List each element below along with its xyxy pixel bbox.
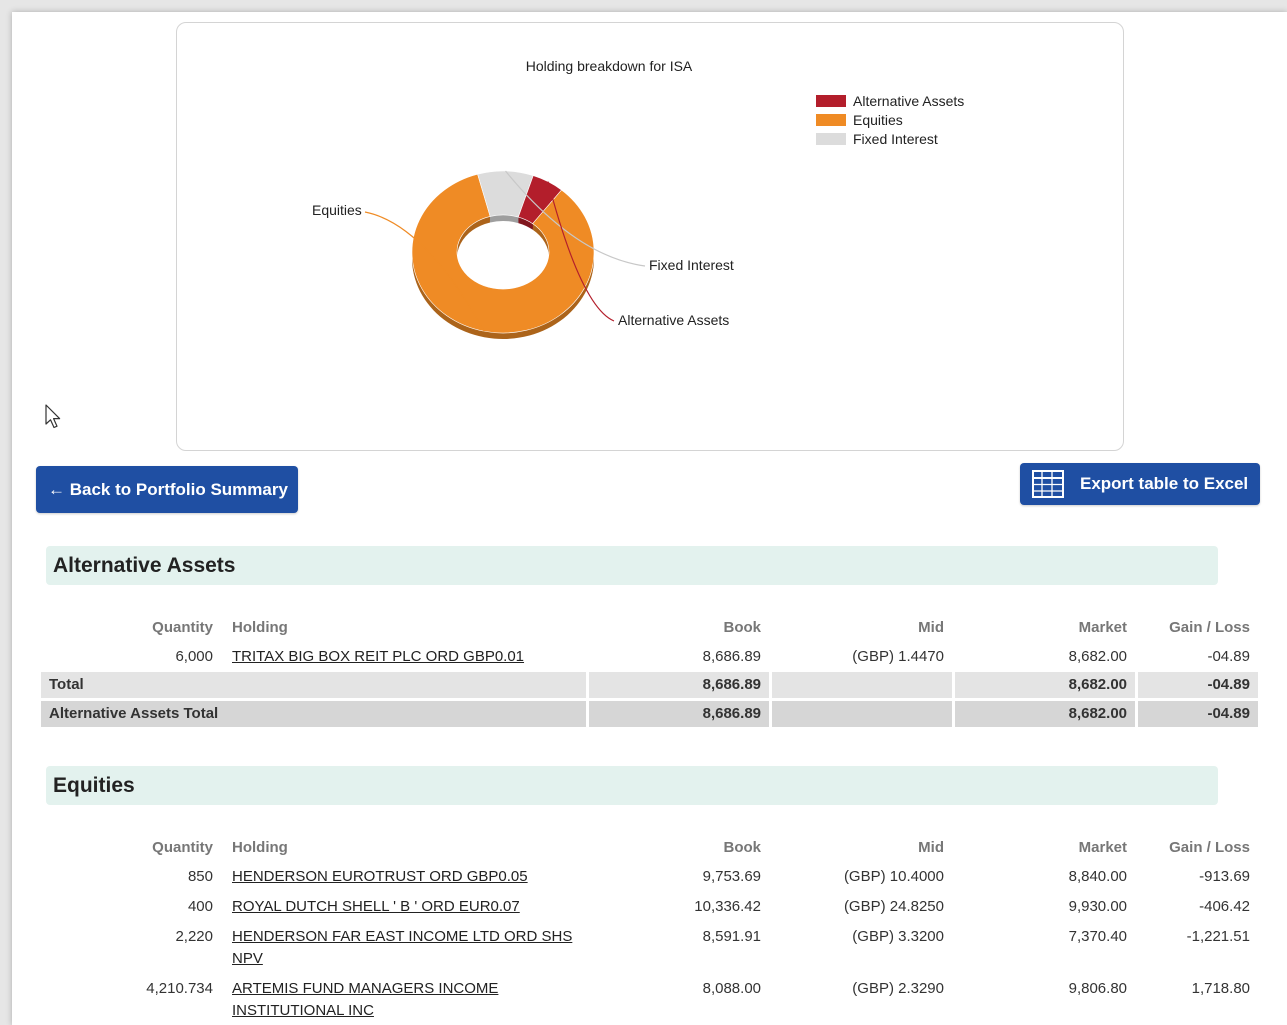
total-gain-loss: -04.89 <box>1138 672 1258 698</box>
mouse-cursor-icon <box>45 404 61 429</box>
section-title: Alternative Assets <box>53 553 236 577</box>
section-total-gain-loss: -04.89 <box>1138 698 1258 727</box>
total-book: 8,686.89 <box>589 672 769 698</box>
column-header-quantity: Quantity <box>152 839 213 856</box>
cell-mid: (GBP) 10.4000 <box>843 868 944 885</box>
slice-label-fixed-interest: Fixed Interest <box>649 257 734 273</box>
column-header-market: Market <box>1078 839 1127 856</box>
cell-gain-loss: -913.69 <box>1199 868 1250 885</box>
chart-legend: Alternative Assets Equities Fixed Interest <box>816 93 964 147</box>
cell-market: 7,370.40 <box>1068 928 1127 945</box>
legend-label-alternative-assets[interactable]: Alternative Assets <box>853 93 964 109</box>
holding-link[interactable]: ARTEMIS FUND MANAGERS INCOME INSTITUTION… <box>232 980 498 1019</box>
cell-market: 8,840.00 <box>1068 868 1127 885</box>
total-mid-empty <box>772 672 952 698</box>
cell-gain-loss: -406.42 <box>1199 898 1250 915</box>
total-row: Total 8,686.89 8,682.00 -04.89 <box>41 672 1258 698</box>
section-total-label: Alternative Assets Total <box>41 698 586 727</box>
column-header-market: Market <box>1078 619 1127 636</box>
column-header-holding: Holding <box>232 619 288 636</box>
holding-link[interactable]: TRITAX BIG BOX REIT PLC ORD GBP0.01 <box>232 648 524 665</box>
cell-quantity: 2,220 <box>175 928 213 945</box>
holding-link[interactable]: HENDERSON FAR EAST INCOME LTD ORD SHS NP… <box>232 928 572 967</box>
cell-quantity: 6,000 <box>175 648 213 665</box>
table-header-row: Quantity Holding Book Mid Market Gain / … <box>41 613 1258 642</box>
section-total-book: 8,686.89 <box>589 698 769 727</box>
chart-title: Holding breakdown for ISA <box>526 58 693 74</box>
cell-market: 8,682.00 <box>1068 648 1127 665</box>
slice-label-equities: Equities <box>312 202 362 218</box>
legend-label-equities[interactable]: Equities <box>853 112 903 128</box>
export-button-label: Export table to Excel <box>1080 474 1249 493</box>
column-header-book: Book <box>723 839 762 856</box>
back-to-portfolio-summary-button[interactable]: ← Back to Portfolio Summary <box>36 466 298 513</box>
column-header-mid: Mid <box>918 619 944 636</box>
table-header-row: Quantity Holding Book Mid Market Gain / … <box>41 833 1258 862</box>
equities-table: Quantity Holding Book Mid Market Gain / … <box>38 833 1261 1025</box>
donut <box>411 170 595 339</box>
column-header-gain-loss: Gain / Loss <box>1169 839 1250 856</box>
slice-label-alternative-assets: Alternative Assets <box>618 312 729 328</box>
cell-mid: (GBP) 3.3200 <box>852 928 944 945</box>
back-button-label: ← Back to Portfolio Summary <box>48 479 288 499</box>
total-market: 8,682.00 <box>955 672 1135 698</box>
section-total-mid-empty <box>772 698 952 727</box>
cell-book: 10,336.42 <box>694 898 761 915</box>
cell-book: 8,686.89 <box>702 648 761 665</box>
page: Holding breakdown for ISA Alternative As… <box>12 12 1287 1025</box>
cell-quantity: 400 <box>187 898 213 915</box>
holding-link[interactable]: HENDERSON EUROTRUST ORD GBP0.05 <box>232 868 528 885</box>
table-row: 6,000 TRITAX BIG BOX REIT PLC ORD GBP0.0… <box>41 642 1258 672</box>
column-header-book: Book <box>723 619 762 636</box>
section-title: Equities <box>53 773 135 797</box>
export-to-excel-button[interactable]: Export table to Excel <box>1020 463 1260 505</box>
legend-swatch-equities <box>816 114 846 126</box>
table-row: 4,210.734 ARTEMIS FUND MANAGERS INCOME I… <box>41 974 1258 1025</box>
cell-mid: (GBP) 1.4470 <box>852 648 944 665</box>
cell-book: 8,591.91 <box>702 928 761 945</box>
cell-gain-loss: -1,221.51 <box>1186 928 1250 945</box>
cell-book: 9,753.69 <box>702 868 761 885</box>
cell-quantity: 850 <box>187 868 213 885</box>
legend-label-fixed-interest[interactable]: Fixed Interest <box>853 131 938 147</box>
donut-chart-svg: Holding breakdown for ISA Alternative As… <box>312 58 964 339</box>
holding-link[interactable]: ROYAL DUTCH SHELL ' B ' ORD EUR0.07 <box>232 898 520 915</box>
table-row: 400 ROYAL DUTCH SHELL ' B ' ORD EUR0.07 … <box>41 892 1258 922</box>
holding-breakdown-chart: Holding breakdown for ISA Alternative As… <box>176 22 1124 451</box>
cell-market: 9,930.00 <box>1068 898 1127 915</box>
legend-swatch-alternative-assets <box>816 95 846 107</box>
column-header-quantity: Quantity <box>152 619 213 636</box>
cell-book: 8,088.00 <box>702 980 761 997</box>
cell-market: 9,806.80 <box>1068 980 1127 997</box>
section-total-row: Alternative Assets Total 8,686.89 8,682.… <box>41 698 1258 727</box>
section-total-market: 8,682.00 <box>955 698 1135 727</box>
cell-quantity: 4,210.734 <box>146 980 213 997</box>
section-header-equities: Equities <box>46 766 1218 805</box>
total-label: Total <box>41 672 586 698</box>
cell-gain-loss: 1,718.80 <box>1191 980 1250 997</box>
column-header-mid: Mid <box>918 839 944 856</box>
legend-swatch-fixed-interest <box>816 133 846 145</box>
cell-mid: (GBP) 24.8250 <box>843 898 944 915</box>
table-row: 2,220 HENDERSON FAR EAST INCOME LTD ORD … <box>41 922 1258 974</box>
column-header-holding: Holding <box>232 839 288 856</box>
column-header-gain-loss: Gain / Loss <box>1169 619 1250 636</box>
table-grid-icon <box>1032 470 1064 498</box>
section-header-alternative-assets: Alternative Assets <box>46 546 1218 585</box>
cell-gain-loss: -04.89 <box>1207 648 1250 665</box>
cell-mid: (GBP) 2.3290 <box>852 980 944 997</box>
alternative-assets-table: Quantity Holding Book Mid Market Gain / … <box>38 613 1261 727</box>
table-row: 850 HENDERSON EUROTRUST ORD GBP0.05 9,75… <box>41 862 1258 892</box>
